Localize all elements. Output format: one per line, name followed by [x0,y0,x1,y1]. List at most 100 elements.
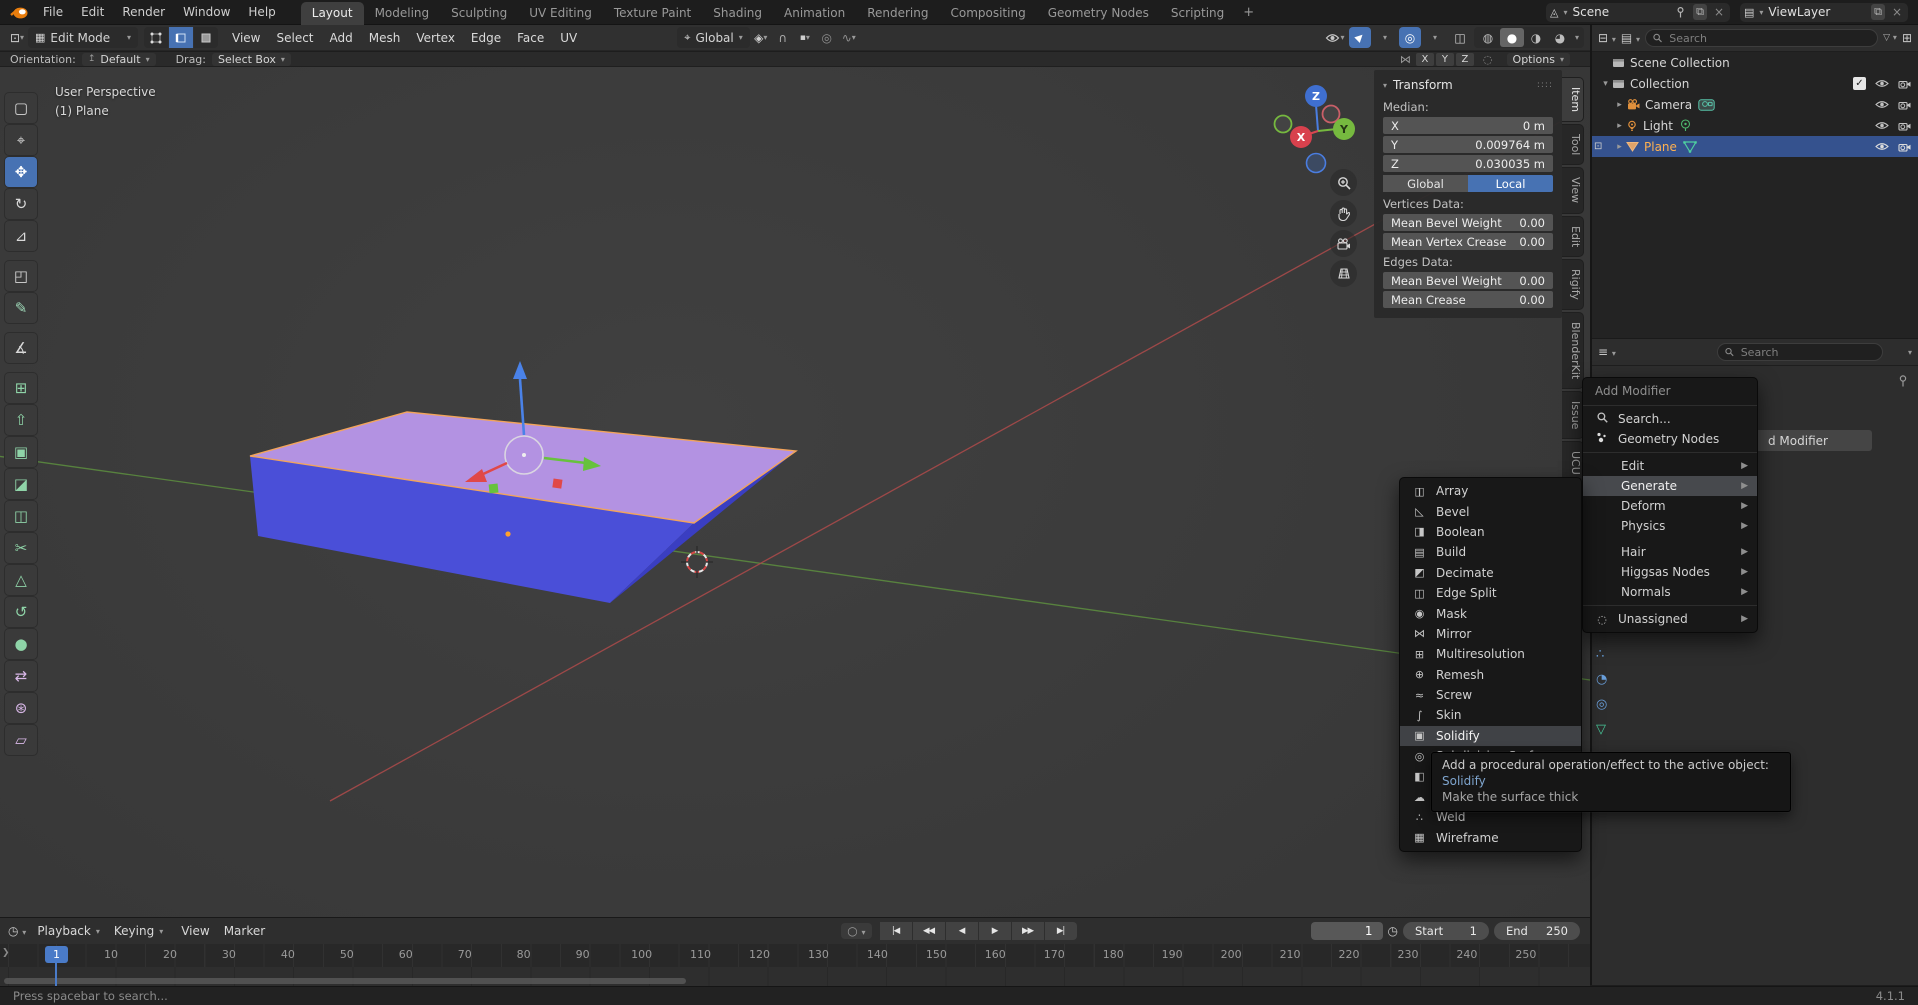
menu-item-geometry-nodes[interactable]: Geometry Nodes [1583,429,1757,449]
median-field[interactable]: Z 0.030035 m [1383,155,1553,172]
workspace-tab[interactable]: Scripting [1160,2,1235,25]
new-collection-button[interactable]: ⊞ [1902,31,1912,45]
solid-shading-button[interactable]: ● [1500,28,1524,47]
nav-axis-neg-x[interactable] [1323,106,1340,123]
chevron-down-icon[interactable]: ▾ [1908,348,1912,357]
menu-category-item[interactable]: Deform ▶ [1583,496,1757,516]
median-field[interactable]: X 0 m [1383,117,1553,134]
drag-dropdown[interactable]: Select Box ▾ [212,53,291,66]
navigation-gizmo[interactable]: Z Y X [1275,85,1356,173]
mirror-axis-button[interactable]: Y [1436,53,1454,66]
options-dropdown[interactable]: Options ▾ [1507,53,1570,66]
tool-loop-cut[interactable]: ◫ [5,501,37,531]
sidebar-tab[interactable]: Edit [1562,216,1584,257]
workspace-tab[interactable]: Sculpting [440,2,518,25]
outliner-row-plane[interactable]: ⊡ ▸ Plane [1592,136,1918,157]
mirror-axis-button[interactable]: X [1416,53,1434,66]
tool-shear[interactable]: ▱ [5,725,37,755]
workspace-tab[interactable]: Modeling [364,2,441,25]
outliner-row-camera[interactable]: ▸ Camera [1592,94,1918,115]
outliner-editor-type-button[interactable]: ⊟ ▾ [1598,31,1616,45]
prev-keyframe[interactable]: ◀◀ [913,922,945,940]
gizmo-z-arrowhead[interactable] [513,361,527,379]
snap-base-icon[interactable]: ◌ [1483,53,1493,66]
viewport-menu-item[interactable]: View [224,31,268,45]
vertex-select-button[interactable] [144,27,168,48]
next-keyframe[interactable]: ▶▶ [1012,922,1044,940]
menu-item[interactable]: File [34,0,72,25]
sidebar-tab[interactable]: BlenderKit [1562,312,1584,389]
display-mode-button[interactable]: ▤ ▾ [1621,31,1640,45]
edge-data-field[interactable]: Mean Crease 0.00 [1383,291,1553,308]
properties-search-input[interactable] [1739,345,1875,360]
workspace-tab[interactable]: Geometry Nodes [1037,2,1160,25]
snap-settings-button[interactable]: ▪ ▾ [794,27,816,48]
viewport-menu-item[interactable]: Mesh [361,31,409,45]
tool-edge-slide[interactable]: ⇄ [5,661,37,691]
expand-chevron-icon[interactable]: ▸ [1613,142,1626,152]
new-viewlayer-button[interactable]: ⧉ [1871,4,1885,20]
gizmos-dropdown[interactable]: ▾ [1374,27,1396,48]
material-preview-button[interactable]: ◑ [1524,28,1548,47]
tool-extrude-region[interactable]: ⇧ [5,405,37,435]
snap-magnet-icon[interactable]: ∩ [772,27,794,48]
disable-render-camera-icon[interactable] [1898,121,1911,131]
menu-category-item[interactable]: Physics ▶ [1583,516,1757,536]
jump-to-start[interactable]: |◀ [880,922,912,940]
mode-dropdown[interactable]: ▦ Edit Mode ▾ [28,27,138,48]
outliner-search-input[interactable] [1667,31,1870,46]
auto-keying-button[interactable]: ○ ▾ [841,923,871,939]
filter-icon[interactable]: ▽ ▾ [1883,33,1897,43]
frame-end-field[interactable]: End250 [1494,922,1580,940]
wireframe-shading-button[interactable]: ◍ [1476,28,1500,47]
menu-item-unassigned[interactable]: ◌ Unassigned ▶ [1583,609,1757,629]
pin-icon[interactable] [1898,375,1908,387]
sidebar-tab[interactable]: Rigify [1562,259,1584,310]
timeline-menu-dropdown[interactable]: Playback▾ [30,922,107,940]
tool-scale[interactable]: ⊿ [5,221,37,251]
gizmo-plane-handle-y[interactable] [489,483,499,493]
nav-axis-neg-y[interactable] [1275,116,1292,133]
shading-dropdown[interactable]: ▾ [1572,33,1582,42]
pin-icon[interactable] [1673,6,1688,19]
menu-item[interactable]: Render [113,0,174,25]
viewport-menu-item[interactable]: Edge [463,31,509,45]
generate-menu-item[interactable]: ◫ Edge Split [1400,583,1581,603]
transform-orientation-dropdown[interactable]: ⌖ Global ▾ [677,27,750,48]
timeline-menu-item[interactable]: Marker [217,924,272,938]
orientation-dropdown[interactable]: ↥ Default ▾ [82,53,156,66]
tool-smooth[interactable]: ● [5,629,37,659]
tool-select-box[interactable]: ▢ [5,93,37,123]
timeline-menu-dropdown[interactable]: Keying▾ [107,922,170,940]
viewlayer-selector[interactable]: ▤ ▾ ViewLayer ⧉ × [1740,3,1908,22]
playhead[interactable] [55,963,57,986]
add-workspace-button[interactable]: + [1235,5,1262,20]
jump-to-end[interactable]: ▶| [1045,922,1077,940]
camera-view-button[interactable] [1330,230,1357,257]
tool-bevel[interactable]: ◪ [5,469,37,499]
viewport-menu-item[interactable]: UV [552,31,585,45]
timeline-scrollbar[interactable] [4,978,686,984]
rendered-shading-button[interactable]: ◕ [1548,28,1572,47]
timeline-editor-type-button[interactable]: ◷ ▾ [8,924,26,938]
sidebar-tab[interactable]: Item [1562,77,1584,122]
viewport-3d[interactable]: Z Y X User Perspective (1) Plane ▢ ⌖ ✥ ↻ [0,67,1590,917]
disable-render-camera-icon[interactable] [1898,100,1911,110]
cursor-3d[interactable] [681,546,713,578]
scene-selector[interactable]: ◬ ▾ Scene ⧉ × [1546,3,1730,22]
orthographic-toggle-button[interactable] [1330,260,1357,287]
mirror-axis-button[interactable]: Z [1456,53,1474,66]
collection-checkbox[interactable]: ✓ [1853,77,1866,90]
disable-render-camera-icon[interactable] [1898,142,1911,152]
generate-menu-item[interactable]: ▣ Solidify [1400,726,1581,746]
space-button[interactable]: Global [1383,175,1468,192]
workspace-tab[interactable]: UV Editing [518,2,603,25]
constraints-tab-icon[interactable]: ◎ [1596,697,1607,712]
hide-eye-icon[interactable] [1875,100,1889,109]
generate-menu-item[interactable]: ≈ Screw [1400,685,1581,705]
sidebar-tab[interactable]: Issue [1562,391,1584,439]
timeline-menu-item[interactable]: View [174,924,216,938]
tool-move[interactable]: ✥ [5,157,37,187]
camera-data-icon[interactable] [1698,99,1715,111]
play-reverse[interactable]: ◀ [946,922,978,940]
